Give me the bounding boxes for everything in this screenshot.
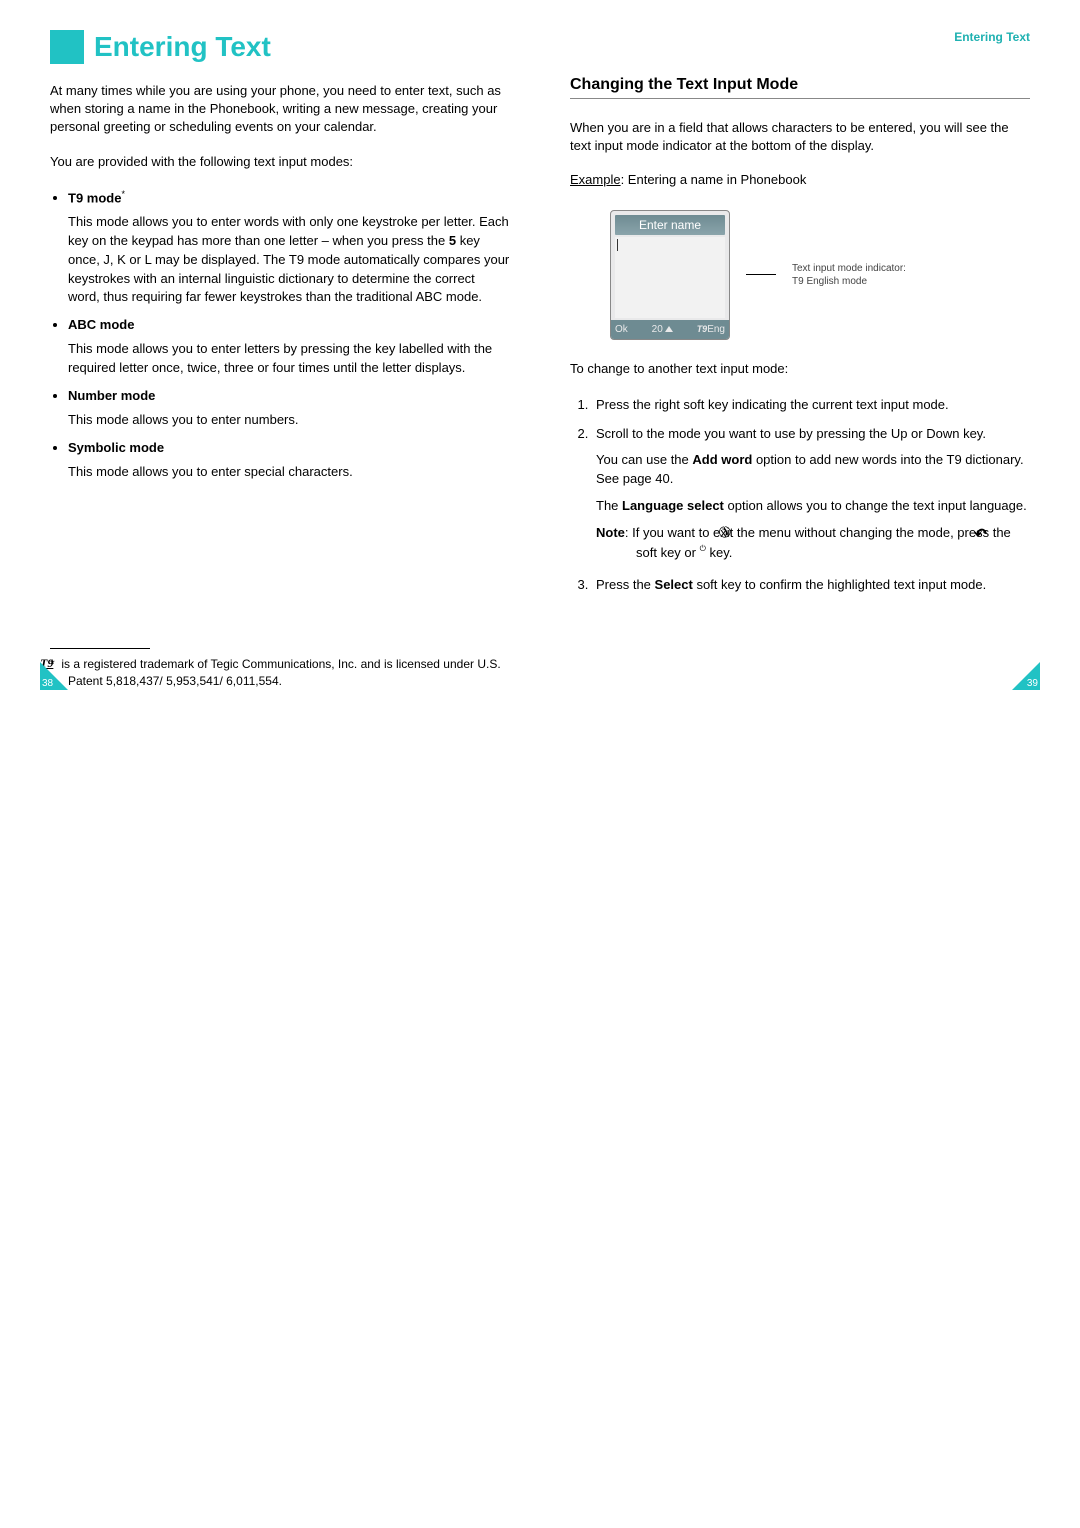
mode-t9-desc: This mode allows you to enter words with… — [68, 213, 510, 307]
main-title-row: Entering Text — [50, 30, 510, 64]
page-number-left: 38 — [42, 678, 53, 689]
screen-title: Enter name — [615, 215, 725, 235]
mode-abc: ABC mode This mode allows you to enter l… — [68, 317, 510, 378]
example-line: Example: Entering a name in Phonebook — [570, 171, 1030, 189]
char-count: 20 — [652, 324, 663, 335]
phone-illustration: Enter name Ok 20 T9Eng Text input — [610, 210, 1030, 340]
page-left: Entering Text At many times while you ar… — [40, 30, 510, 690]
mode-abc-label: ABC mode — [68, 317, 134, 332]
mode-t9-label: T9 mode — [68, 190, 121, 205]
mode-t9: T9 mode* This mode allows you to enter w… — [68, 189, 510, 308]
cursor-icon — [617, 239, 618, 251]
document-spread: Entering Text At many times while you ar… — [0, 0, 1080, 700]
softkey-center: 20 — [652, 324, 673, 335]
mode-number-label: Number mode — [68, 388, 155, 403]
running-head: Entering Text — [954, 30, 1030, 44]
change-intro: To change to another text input mode: — [570, 360, 1030, 378]
step-3: Press the Select soft key to confirm the… — [592, 576, 1030, 595]
step-2-note: Note: If you want to exit the menu witho… — [596, 524, 1030, 566]
page-title: Entering Text — [94, 31, 271, 63]
mode-number-desc: This mode allows you to enter numbers. — [68, 411, 510, 430]
page-right: Entering Text Changing the Text Input Mo… — [570, 30, 1040, 690]
intro-paragraph-2: You are provided with the following text… — [50, 153, 510, 171]
t9-indicator-icon: T9 — [697, 324, 708, 334]
input-modes-list: T9 mode* This mode allows you to enter w… — [50, 189, 510, 492]
footnote-rule — [50, 648, 150, 649]
screen-body — [615, 237, 725, 318]
mode-symbolic: Symbolic mode This mode allows you to en… — [68, 440, 510, 482]
blank-area — [0, 700, 1080, 1520]
softkey-right: T9Eng — [697, 324, 725, 335]
softkey-bar: Ok 20 T9Eng — [611, 320, 729, 339]
callout-line-icon — [746, 274, 776, 275]
footnote: * T9 is a registered trademark of Tegic … — [50, 655, 510, 690]
callout-text: Text input mode indicator: T9 English mo… — [792, 262, 906, 288]
mode-symbolic-desc: This mode allows you to enter special ch… — [68, 463, 510, 482]
phone-screen: Enter name Ok 20 T9Eng — [610, 210, 730, 340]
mode-abc-desc: This mode allows you to enter letters by… — [68, 340, 510, 378]
mode-symbolic-label: Symbolic mode — [68, 440, 164, 455]
section-heading: Changing the Text Input Mode — [570, 76, 1030, 99]
page-number-right: 39 — [1027, 678, 1038, 689]
teal-square-icon — [50, 30, 84, 64]
intro-paragraph-1: At many times while you are using your p… — [50, 82, 510, 137]
steps-list: Press the right soft key indicating the … — [570, 396, 1030, 605]
step-1: Press the right soft key indicating the … — [592, 396, 1030, 415]
section-intro: When you are in a field that allows char… — [570, 119, 1030, 155]
mode-number: Number mode This mode allows you to ente… — [68, 388, 510, 430]
step-2-sub-addword: You can use the Add word option to add n… — [596, 451, 1030, 489]
step-2-sub-language: The Language select option allows you to… — [596, 497, 1030, 516]
up-arrow-icon — [665, 326, 673, 332]
step-2: Scroll to the mode you want to use by pr… — [592, 425, 1030, 566]
softkey-left: Ok — [615, 324, 628, 335]
example-label: Example — [570, 172, 621, 187]
